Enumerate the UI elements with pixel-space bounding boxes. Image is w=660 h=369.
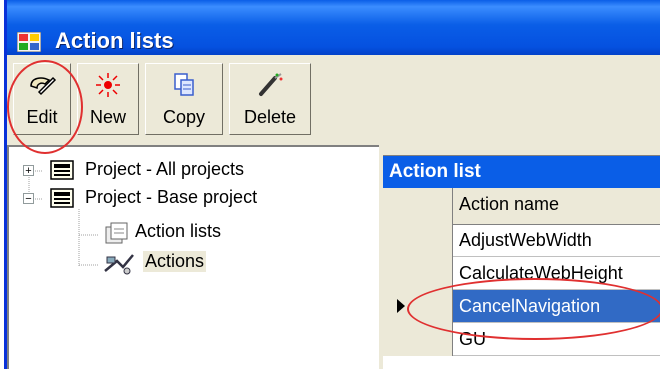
edit-icon — [30, 76, 57, 96]
new-icon — [96, 73, 120, 97]
copy-icon — [174, 73, 194, 96]
action-name-cell[interactable]: GU — [453, 323, 660, 355]
table-row[interactable]: AdjustWebWidth — [383, 224, 660, 257]
application-icon — [17, 32, 41, 52]
tree-item-all-projects[interactable]: Project - All projects — [85, 159, 244, 180]
grid-header: Action name — [383, 188, 660, 225]
expand-toggle[interactable]: + — [23, 165, 34, 177]
table-row[interactable]: GU — [383, 323, 660, 356]
toolbar: Edit New Copy Delete — [7, 55, 660, 145]
project-tree[interactable]: + Project - All projects − Project - Bas… — [7, 145, 379, 369]
copy-button[interactable]: Copy — [145, 63, 223, 135]
tree-item-action-lists[interactable]: Action lists — [135, 221, 221, 242]
project-icon — [50, 160, 74, 180]
edit-button[interactable]: Edit — [13, 63, 71, 135]
copy-button-label: Copy — [162, 107, 206, 127]
action-name-cell[interactable]: AdjustWebWidth — [453, 224, 660, 256]
column-header-action-name[interactable]: Action name — [459, 194, 559, 215]
delete-icon — [259, 73, 283, 96]
delete-button-label: Delete — [243, 107, 297, 127]
current-row-arrow-icon — [397, 299, 405, 313]
project-icon — [50, 188, 74, 208]
collapse-toggle[interactable]: − — [23, 193, 34, 205]
row-header[interactable] — [383, 290, 453, 323]
new-button-label: New — [89, 107, 126, 127]
action-lists-window: Action lists Edit New Copy Delete + Proj… — [4, 0, 660, 369]
table-row[interactable]: CalculateWebHeight — [383, 257, 660, 290]
delete-button[interactable]: Delete — [229, 63, 311, 135]
grid-caption: Action list — [383, 156, 660, 188]
action-list-grid[interactable]: Action list Action name AdjustWebWidth C… — [383, 155, 660, 369]
edit-button-label: Edit — [26, 107, 58, 127]
grid-corner — [383, 188, 453, 224]
action-name-cell[interactable]: CalculateWebHeight — [453, 257, 660, 289]
actions-icon — [104, 254, 134, 275]
table-row-selected[interactable]: CancelNavigation — [383, 290, 660, 323]
row-header[interactable] — [383, 323, 453, 356]
window-title: Action lists — [55, 28, 174, 53]
title-bar[interactable]: Action lists — [7, 0, 660, 55]
row-header[interactable] — [383, 257, 453, 290]
action-name-cell-selected[interactable]: CancelNavigation — [453, 290, 660, 322]
new-button[interactable]: New — [77, 63, 139, 135]
tree-item-base-project[interactable]: Project - Base project — [85, 187, 257, 208]
action-lists-icon — [105, 222, 128, 244]
tree-item-actions[interactable]: Actions — [143, 251, 207, 272]
row-header[interactable] — [383, 224, 453, 257]
